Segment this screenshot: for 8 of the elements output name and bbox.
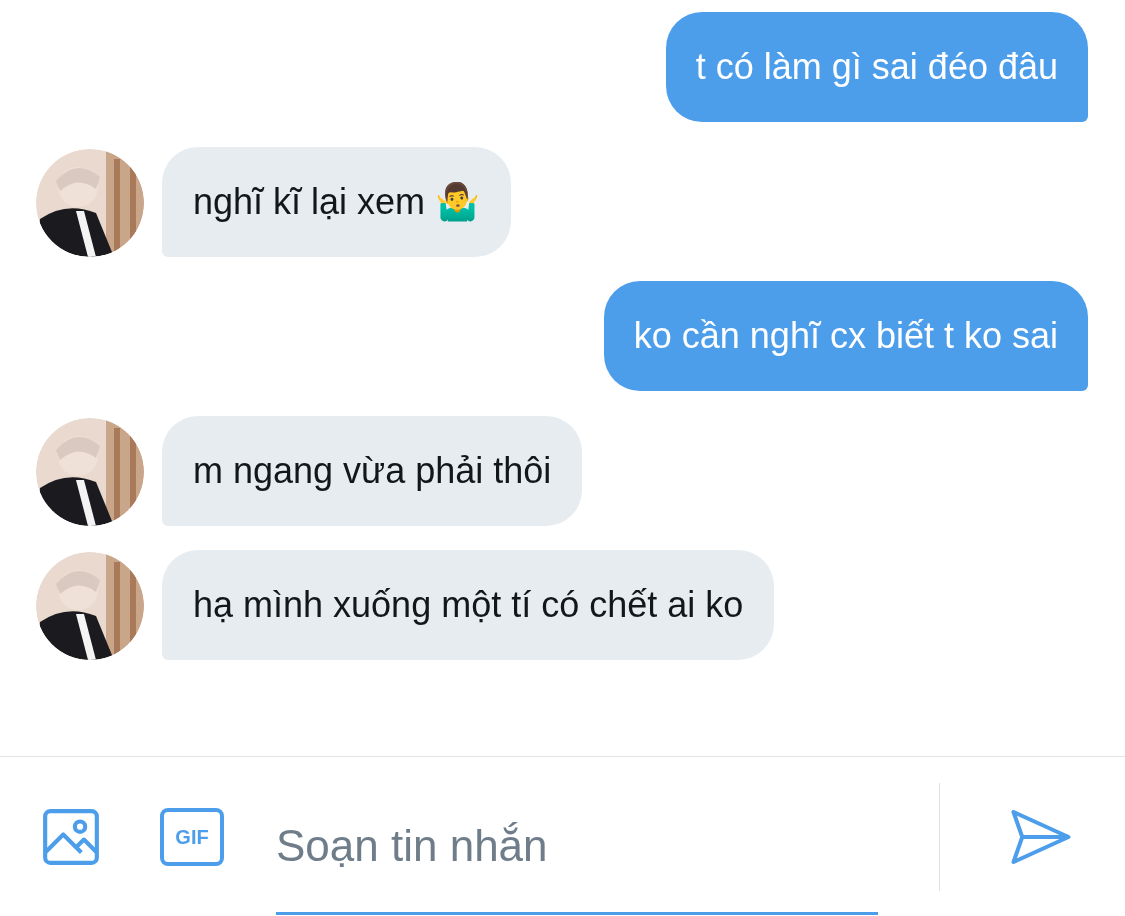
message-bubble: hạ mình xuống một tí có chết ai ko — [162, 550, 775, 660]
gif-button[interactable]: GIF — [160, 807, 224, 866]
send-icon[interactable] — [1011, 808, 1071, 865]
message-bubble: ko cần nghĩ cx biết t ko sai — [603, 281, 1088, 391]
message-input[interactable]: Soạn tin nhắn — [276, 816, 878, 876]
message-bubble: t có làm gì sai đéo đâu — [665, 12, 1088, 122]
message-bubble: nghĩ kĩ lại xem 🤷‍♂ — [162, 147, 512, 257]
message-bubble: m ngang vừa phải thôi — [162, 416, 583, 526]
